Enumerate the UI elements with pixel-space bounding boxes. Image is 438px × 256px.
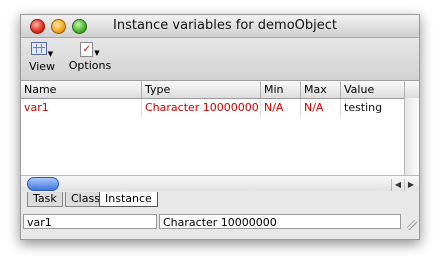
view-button[interactable]: ▼ View [27, 42, 57, 73]
column-header-type[interactable]: Type [142, 81, 261, 98]
grid-icon: ▼ [30, 42, 54, 58]
options-button[interactable]: ✓ ▼ Options [67, 42, 113, 72]
resize-grip-icon[interactable] [407, 220, 417, 230]
tab-bar: Task Class Instance [21, 191, 419, 208]
zoom-button[interactable] [72, 19, 87, 34]
view-label: View [28, 60, 56, 73]
column-header-name[interactable]: Name [21, 81, 142, 98]
column-header-value[interactable]: Value [341, 81, 405, 98]
status-name: var1 [23, 214, 157, 229]
status-type: Character 10000000 [159, 214, 401, 229]
dropdown-arrow-icon: ▼ [47, 50, 54, 58]
minimize-button[interactable] [51, 19, 66, 34]
tab-task[interactable]: Task [27, 192, 63, 207]
column-header-max[interactable]: Max [301, 81, 341, 98]
horizontal-scrollbar[interactable]: ◀ ▶ [21, 175, 419, 191]
checkbox-icon: ✓ ▼ [80, 42, 100, 57]
options-label: Options [68, 59, 112, 72]
title-bar[interactable]: Instance variables for demoObject [21, 15, 419, 38]
window-title: Instance variables for demoObject [113, 18, 337, 33]
scroll-right-arrow-icon[interactable]: ▶ [404, 179, 417, 191]
column-header-min[interactable]: Min [261, 81, 301, 98]
inspector-window: Instance variables for demoObject ▼ View… [20, 14, 420, 240]
status-bar: var1 Character 10000000 [21, 212, 419, 232]
dropdown-arrow-icon: ▼ [94, 49, 100, 57]
cell-value[interactable]: testing [341, 99, 405, 117]
cell-min: N/A [261, 99, 301, 117]
cell-max: N/A [301, 99, 341, 117]
cell-name: var1 [21, 99, 142, 117]
scroll-thumb[interactable] [27, 177, 59, 191]
scroll-left-arrow-icon[interactable]: ◀ [391, 179, 404, 191]
tab-instance[interactable]: Instance [99, 192, 158, 207]
table-row[interactable]: var1 Character 10000000 N/A N/A testing [21, 99, 419, 117]
close-button[interactable] [30, 19, 45, 34]
table-header: Name Type Min Max Value [21, 81, 419, 99]
toolbar: ▼ View ✓ ▼ Options [21, 38, 419, 81]
cell-type: Character 10000000 [142, 99, 261, 117]
